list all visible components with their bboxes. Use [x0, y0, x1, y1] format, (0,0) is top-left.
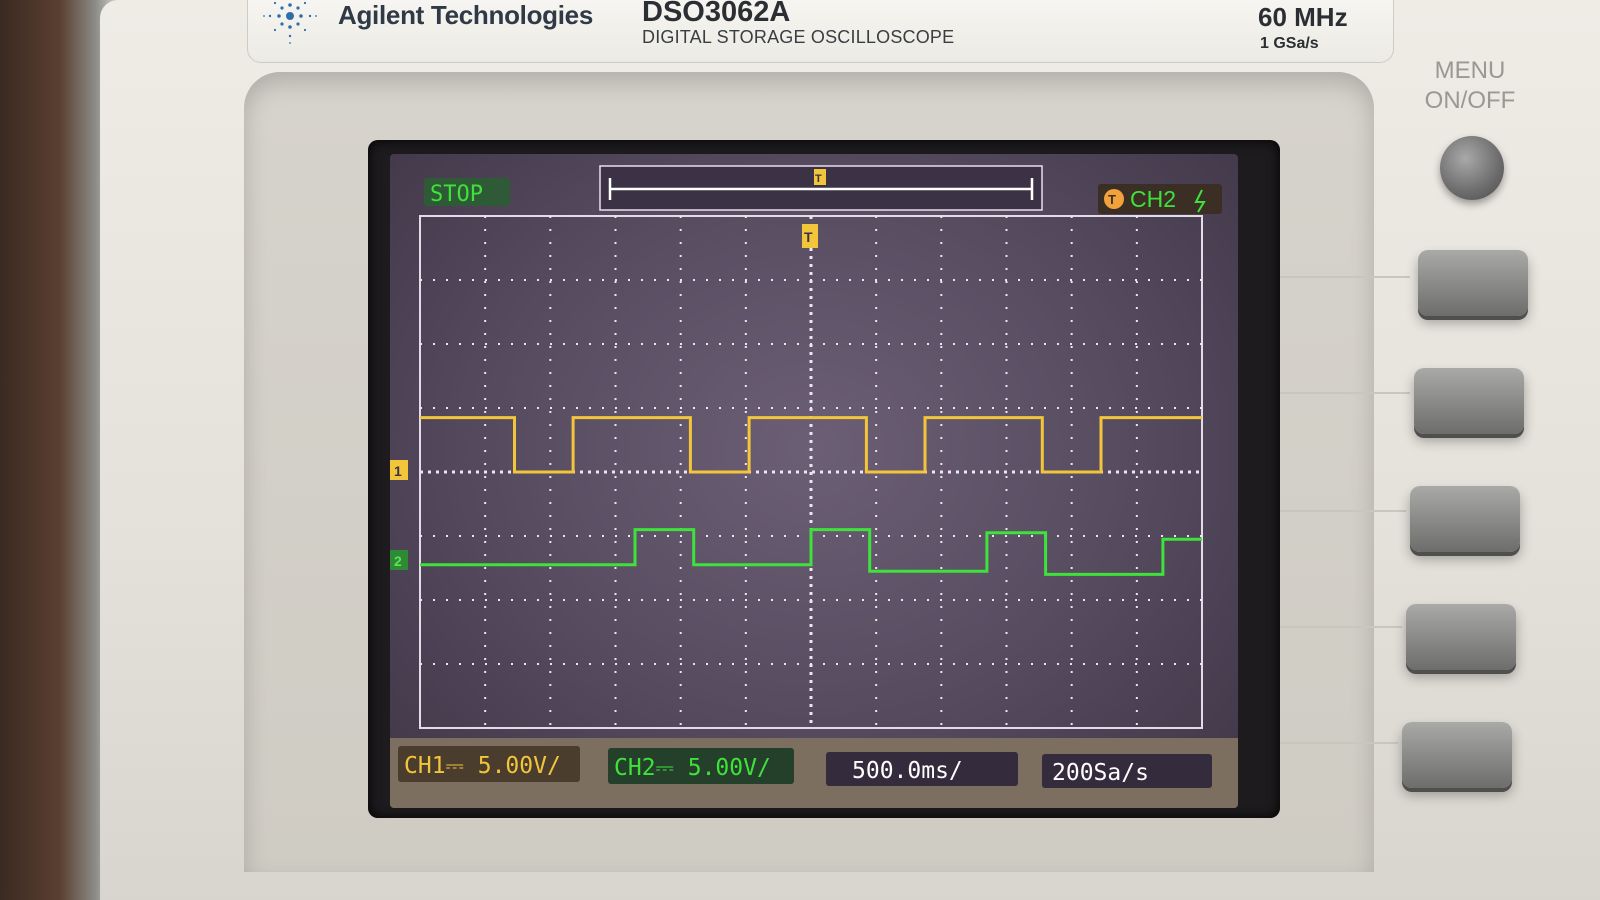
ch1-marker-label: 1 — [394, 463, 402, 479]
softkey-4-button[interactable] — [1406, 604, 1516, 670]
ch1-scale-label: CH1⎓ 5.00V/ — [404, 753, 561, 779]
softkey-ledge — [1276, 510, 1406, 512]
brand-name: Agilent Technologies — [338, 0, 593, 30]
softkey-ledge — [1280, 392, 1410, 394]
trigger-icon-label: T — [1108, 192, 1116, 207]
menu-label-line2: ON/OFF — [1424, 87, 1516, 114]
menu-label-line1: MENU — [1434, 57, 1506, 84]
softkey-ledge — [1280, 276, 1410, 278]
scope-display-svg: STOP T T CH2 1 2 T CH1⎓ 5.00V/ CH2⎓ 5.00… — [390, 165, 1238, 808]
softkey-1-button[interactable] — [1418, 250, 1528, 316]
softkey-3-button[interactable] — [1410, 486, 1520, 552]
sample-rate-spec: 1 GSa/s — [1260, 35, 1319, 52]
model-name: DSO3062A — [642, 0, 791, 28]
ch2-marker-label: 2 — [394, 553, 402, 569]
memory-trigger-marker-label: T — [815, 173, 822, 185]
softkey-ledge — [1272, 626, 1402, 628]
bandwidth-spec: 60 MHz — [1258, 2, 1348, 32]
oscilloscope-display: STOP T T CH2 1 2 T CH1⎓ 5.00V/ CH2⎓ 5.00… — [390, 154, 1238, 808]
trigger-position-marker-label: T — [804, 229, 813, 245]
trigger-source-label: CH2 — [1130, 186, 1176, 212]
softkey-ledge — [1268, 742, 1398, 744]
sample-rate-label: 200Sa/s — [1052, 760, 1149, 786]
softkey-5-button[interactable] — [1402, 722, 1512, 788]
softkey-2-button[interactable] — [1414, 368, 1524, 434]
agilent-spark-logo — [263, 1, 317, 44]
menu-onoff-label: MENU ON/OFF — [1414, 56, 1526, 116]
menu-onoff-button[interactable] — [1440, 136, 1504, 200]
timebase-label: 500.0ms/ — [852, 758, 963, 784]
ch2-scale-label: CH2⎓ 5.00V/ — [614, 755, 771, 781]
model-description: DIGITAL STORAGE OSCILLOSCOPE — [642, 27, 955, 47]
run-state-label: STOP — [430, 182, 483, 207]
